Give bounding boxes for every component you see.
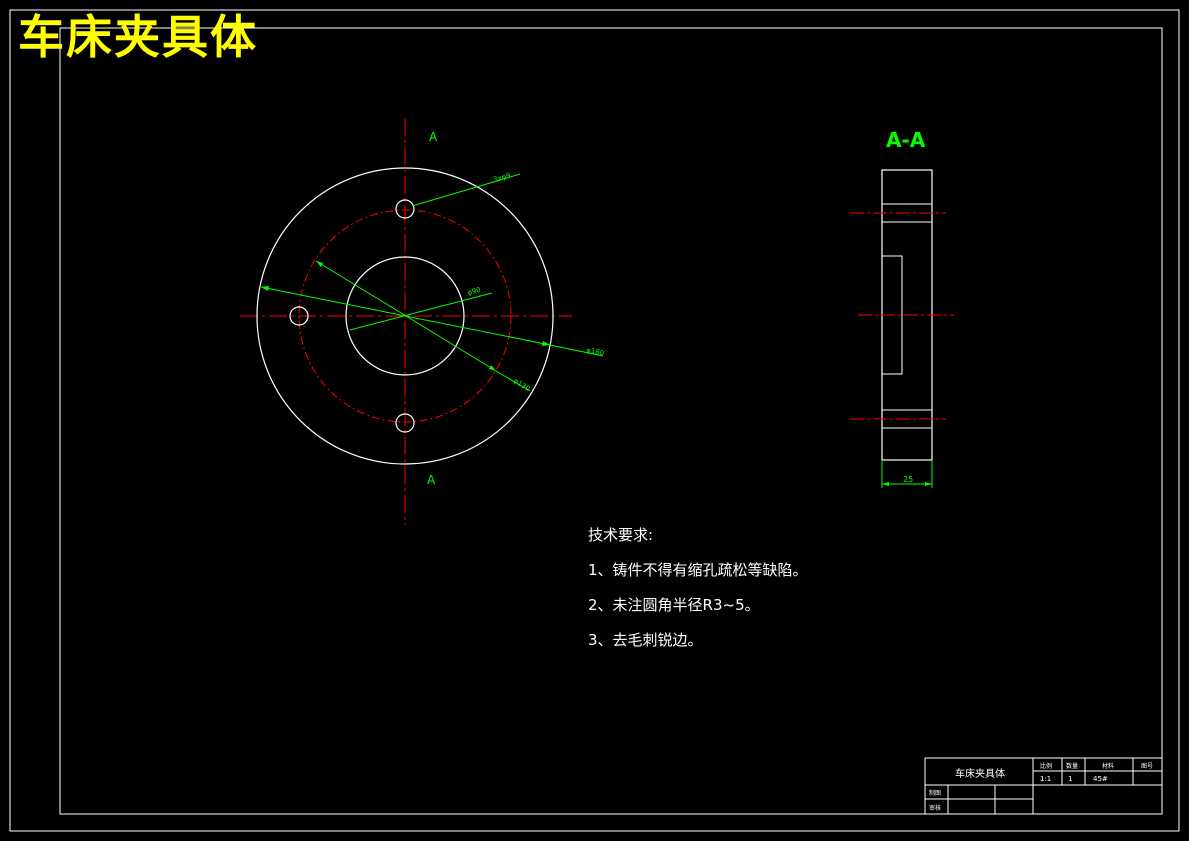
tech-notes-heading: 技术要求:	[588, 526, 654, 544]
drawing-title: 车床夹具体	[18, 10, 258, 64]
dim-holes-leader	[411, 182, 491, 207]
tb-header-qty: 数量	[1066, 762, 1078, 770]
inner-frame	[59, 27, 1163, 815]
dim-pitch-arrow-right	[489, 365, 496, 371]
section-view: A-A 25	[850, 128, 954, 488]
tech-note-3: 3、去毛刺锐边。	[588, 631, 703, 649]
tb-header-scale: 比例	[1040, 762, 1052, 770]
tb-value-qty: 1	[1068, 775, 1072, 783]
tb-row-drawn: 制图	[929, 789, 941, 797]
tb-header-material: 材料	[1102, 762, 1114, 770]
outer-frame	[9, 9, 1180, 832]
dim-thickness-text: 25	[903, 475, 913, 484]
dim-thickness-arrow-left	[882, 482, 889, 486]
tech-note-1: 1、铸件不得有缩孔疏松等缺陷。	[588, 561, 808, 579]
dim-pitch-arrow-left	[316, 261, 323, 267]
dim-thickness-arrow-right	[925, 482, 932, 486]
tb-row-checked: 审核	[929, 804, 941, 812]
tb-part-name: 车床夹具体	[955, 767, 1005, 780]
tb-value-scale: 1:1	[1040, 775, 1051, 783]
tb-value-material: 45#	[1093, 775, 1108, 783]
front-view: 3xφ9 φ90 φ180 φ130 A A	[240, 118, 605, 525]
dim-holes-text: 3xφ9	[492, 171, 511, 184]
dim-pitch-text: φ130	[512, 377, 532, 393]
technical-requirements: 技术要求: 1、铸件不得有缩孔疏松等缺陷。 2、未注圆角半径R3~5。 3、去毛…	[588, 518, 808, 658]
section-mark-bottom: A	[427, 473, 436, 487]
tb-header-drawing-no: 图号	[1141, 763, 1153, 770]
dim-inner-text: φ90	[467, 286, 482, 297]
tech-note-2: 2、未注圆角半径R3~5。	[588, 596, 760, 614]
title-block-text: 车床夹具体 比例 数量 材料 图号 1:1 1 45# 制图 审核	[929, 762, 1153, 812]
dim-outer-text: φ180	[586, 346, 605, 357]
section-mark-top: A	[429, 130, 438, 144]
section-label: A-A	[886, 128, 926, 152]
drawing-sheet: 3xφ9 φ90 φ180 φ130 A A A-A 25 车床夹具体 比例 数…	[9, 9, 1180, 832]
dim-inner-line	[349, 299, 466, 331]
